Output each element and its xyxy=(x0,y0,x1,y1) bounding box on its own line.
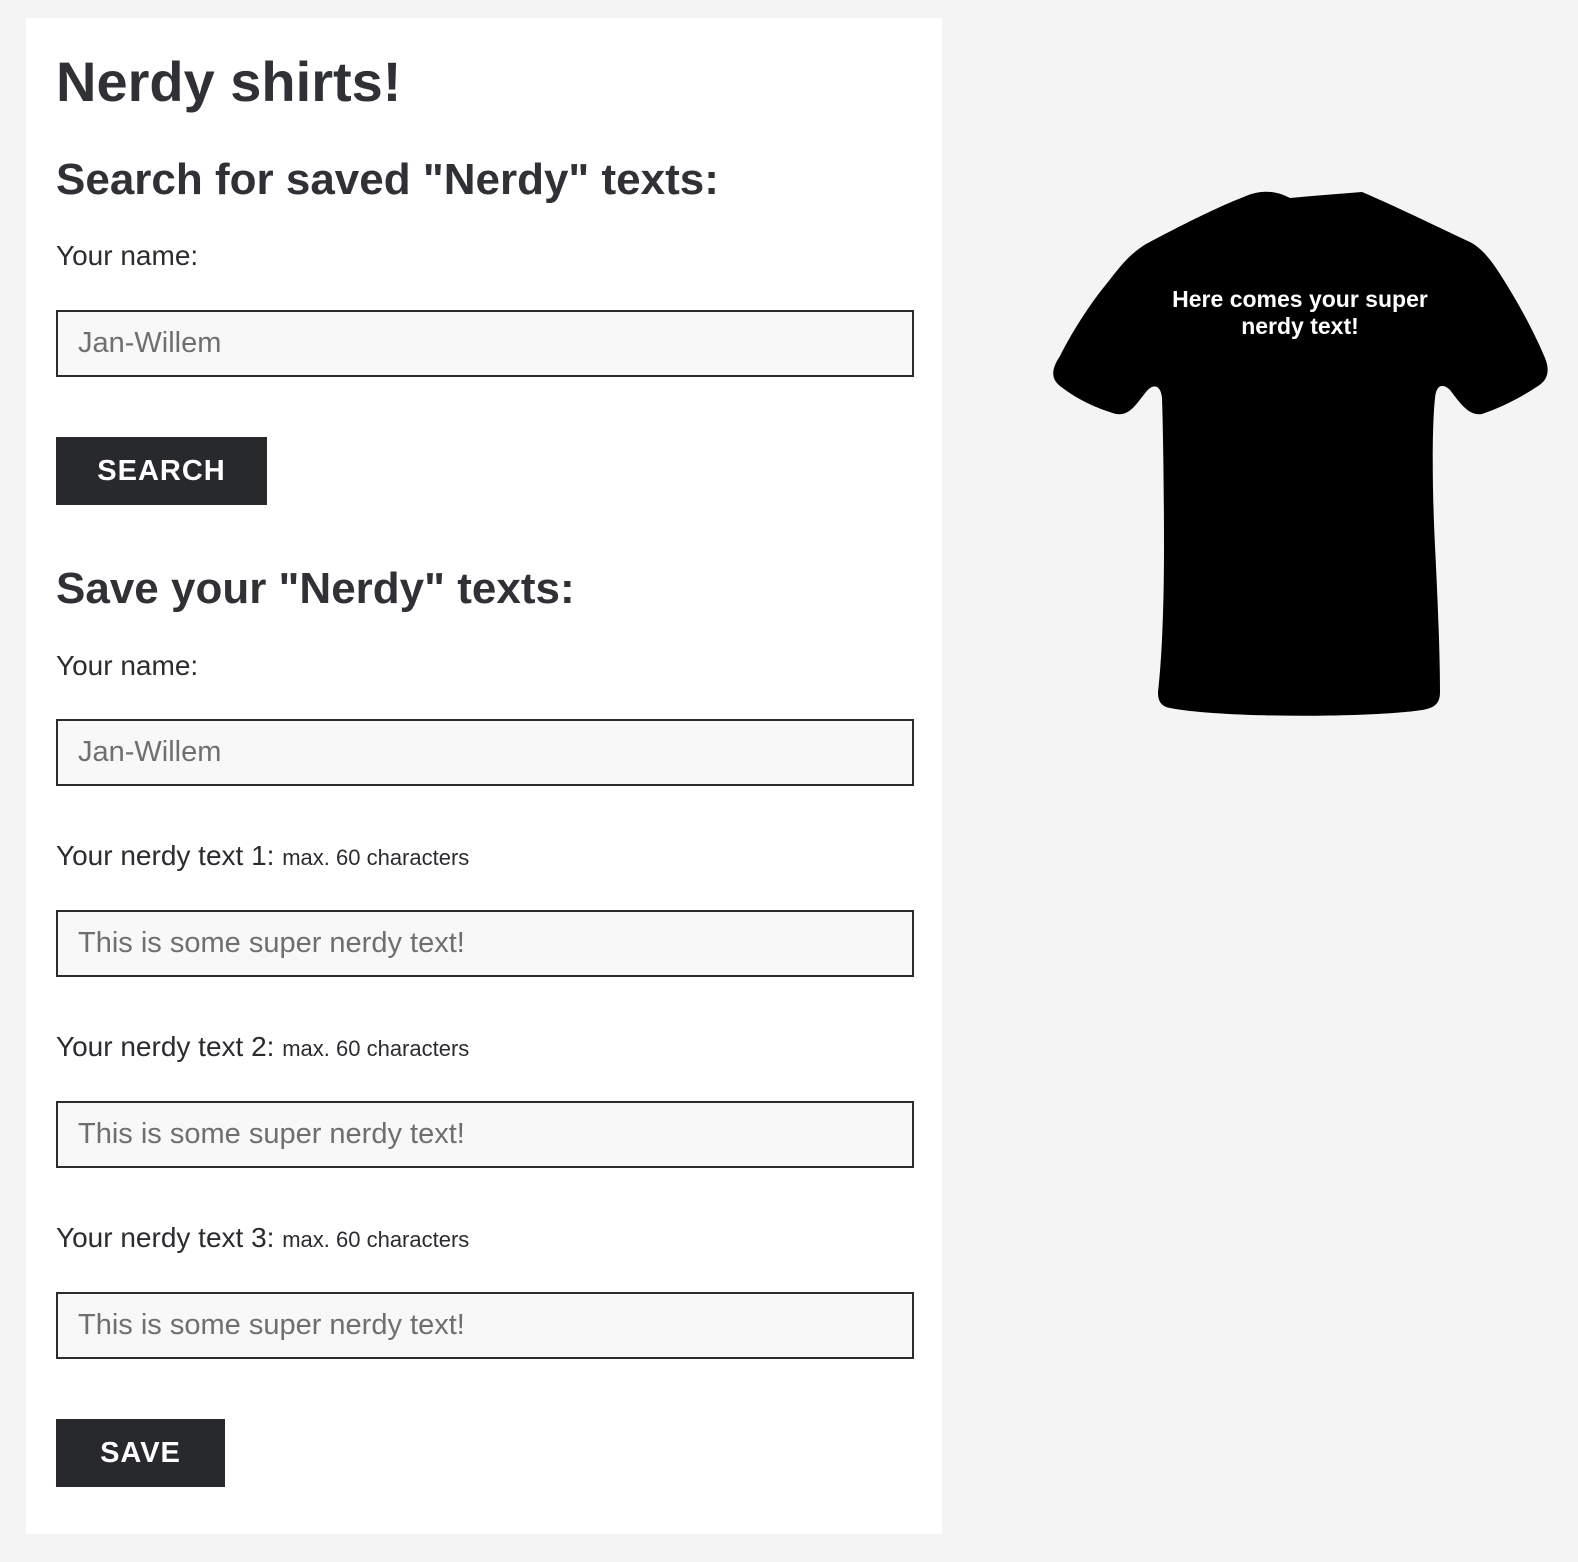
nerdy-text-3-label-main: Your nerdy text 3: xyxy=(56,1222,275,1253)
nerdy-text-3-input[interactable] xyxy=(56,1292,914,1359)
nerdy-text-1-label-main: Your nerdy text 1: xyxy=(56,840,275,871)
nerdy-text-2-input[interactable] xyxy=(56,1101,914,1168)
search-name-label: Your name: xyxy=(56,240,199,271)
nerdy-text-1-hint: max. 60 characters xyxy=(282,845,470,870)
nerdy-text-3-label: Your nerdy text 3: max. 60 characters xyxy=(56,1224,469,1252)
save-heading: Save your "Nerdy" texts: xyxy=(56,564,575,613)
search-heading: Search for saved "Nerdy" texts: xyxy=(56,155,719,204)
tshirt-preview xyxy=(1050,186,1550,720)
form-panel: Nerdy shirts! Search for saved "Nerdy" t… xyxy=(26,18,942,1534)
nerdy-text-2-hint: max. 60 characters xyxy=(282,1036,470,1061)
tshirt-image xyxy=(1053,191,1548,716)
nerdy-text-1-label: Your nerdy text 1: max. 60 characters xyxy=(56,842,469,870)
page-title: Nerdy shirts! xyxy=(56,50,402,113)
tshirt-preview-text: Here comes your super nerdy text! xyxy=(1172,286,1428,339)
nerdy-text-3-hint: max. 60 characters xyxy=(282,1227,470,1252)
tshirt-shape xyxy=(1053,191,1548,716)
search-name-input[interactable] xyxy=(56,310,914,377)
save-button[interactable]: Save xyxy=(56,1419,225,1487)
nerdy-text-2-label: Your nerdy text 2: max. 60 characters xyxy=(56,1033,469,1061)
search-button[interactable]: Search xyxy=(56,437,267,505)
nerdy-text-1-input[interactable] xyxy=(56,910,914,977)
save-name-input[interactable] xyxy=(56,719,914,786)
save-name-label: Your name: xyxy=(56,650,199,681)
nerdy-text-2-label-main: Your nerdy text 2: xyxy=(56,1031,275,1062)
